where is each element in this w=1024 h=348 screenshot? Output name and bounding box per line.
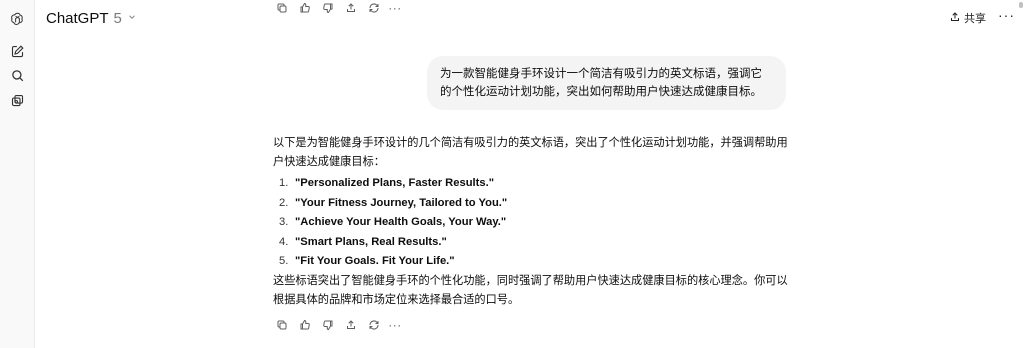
slogan-text: "Achieve Your Health Goals, Your Way." bbox=[295, 216, 507, 229]
slogan-list: 1. "Personalized Plans, Faster Results." … bbox=[273, 174, 793, 272]
share-icon[interactable] bbox=[342, 316, 359, 333]
share-label: 共享 bbox=[964, 13, 986, 25]
slogan-text: "Personalized Plans, Faster Results." bbox=[295, 177, 495, 190]
share-button[interactable]: 共享 bbox=[949, 10, 986, 26]
sidebar bbox=[0, 0, 35, 348]
assistant-message: 以下是为智能健身手环设计的几个简洁有吸引力的英文标语，突出了个性化运动计划功能，… bbox=[273, 134, 793, 310]
more-icon[interactable]: ··· bbox=[388, 316, 402, 333]
scrollbar[interactable] bbox=[1018, 0, 1024, 348]
regenerate-icon[interactable] bbox=[365, 0, 382, 16]
share-upload-icon bbox=[949, 11, 961, 26]
message-actions: ··· bbox=[273, 316, 408, 333]
openai-logo-icon[interactable] bbox=[8, 9, 26, 27]
list-item: 1. "Personalized Plans, Faster Results." bbox=[273, 174, 793, 194]
slogan-text: "Smart Plans, Real Results." bbox=[295, 235, 447, 248]
list-number: 5. bbox=[279, 255, 289, 268]
list-number: 1. bbox=[279, 177, 289, 190]
assistant-outro: 这些标语突出了智能健身手环的个性化功能，同时强调了帮助用户快速达成健康目标的核心… bbox=[273, 274, 788, 306]
copy-icon[interactable] bbox=[273, 0, 290, 16]
regenerate-icon[interactable] bbox=[365, 316, 382, 333]
list-item: 2. "Your Fitness Journey, Tailored to You… bbox=[273, 194, 793, 214]
list-item: 5. "Fit Your Goals. Fit Your Life." bbox=[273, 252, 793, 272]
user-message: 为一款智能健身手环设计一个简洁有吸引力的英文标语，强调它的个性化运动计划功能，突… bbox=[427, 56, 786, 110]
copy-icon[interactable] bbox=[273, 316, 290, 333]
slogan-text: "Fit Your Goals. Fit Your Life." bbox=[295, 255, 455, 268]
list-item: 3. "Achieve Your Health Goals, Your Way." bbox=[273, 213, 793, 233]
previous-message-actions: ··· bbox=[273, 0, 408, 16]
chevron-down-icon bbox=[127, 9, 137, 27]
thumbs-down-icon[interactable] bbox=[319, 0, 336, 16]
thumbs-down-icon[interactable] bbox=[319, 316, 336, 333]
model-name: ChatGPT bbox=[46, 9, 109, 27]
list-number: 2. bbox=[279, 196, 289, 209]
library-icon[interactable] bbox=[8, 91, 26, 109]
more-icon[interactable]: ··· bbox=[388, 0, 402, 16]
list-number: 3. bbox=[279, 216, 289, 229]
new-chat-icon[interactable] bbox=[8, 42, 26, 60]
assistant-intro: 以下是为智能健身手环设计的几个简洁有吸引力的英文标语，突出了个性化运动计划功能，… bbox=[273, 137, 788, 168]
model-selector[interactable]: ChatGPT 5 bbox=[46, 9, 137, 27]
thumbs-up-icon[interactable] bbox=[296, 0, 313, 16]
more-options-button[interactable]: ··· bbox=[998, 7, 1015, 23]
share-icon[interactable] bbox=[342, 0, 359, 16]
header: ChatGPT 5 共享 ··· bbox=[35, 0, 1024, 36]
scrollbar-thumb[interactable] bbox=[1019, 2, 1023, 8]
search-icon[interactable] bbox=[8, 66, 26, 84]
slogan-text: "Your Fitness Journey, Tailored to You." bbox=[295, 196, 508, 209]
list-number: 4. bbox=[279, 235, 289, 248]
model-version: 5 bbox=[113, 9, 122, 27]
thumbs-up-icon[interactable] bbox=[296, 316, 313, 333]
list-item: 4. "Smart Plans, Real Results." bbox=[273, 233, 793, 253]
